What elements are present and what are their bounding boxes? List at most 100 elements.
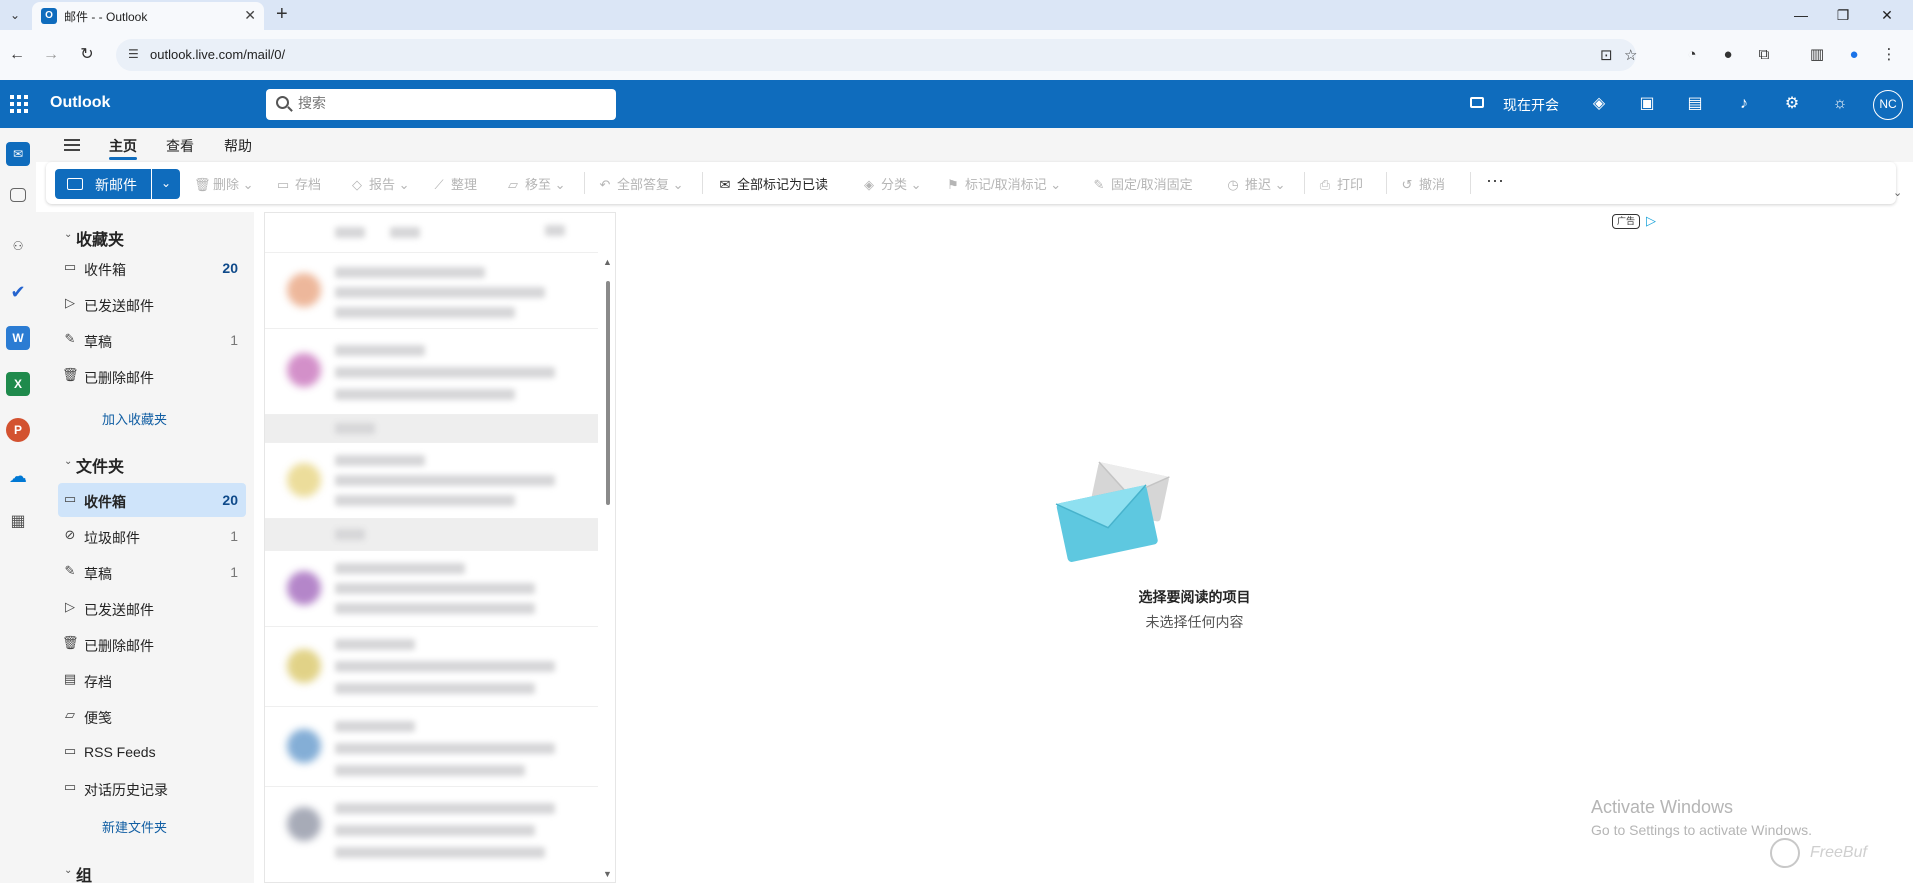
search-input[interactable] [298,95,598,111]
notifications-bell-icon[interactable]: ♪ [1733,93,1755,115]
reply-all-button[interactable]: ↶ 全部答复 ⌄ [598,174,684,193]
archive-button[interactable]: ▭ 存档 [276,174,321,193]
mark-all-read-button[interactable]: ✉ 全部标记为已读 [718,174,828,193]
ribbon-toolbar: 新邮件 ⌄ 🗑 删除 ⌄ ▭ 存档 ◇ 报告 ⌄ ⟋ 整理 ▱ 移至 ⌄ ↶ 全部答复 ⌄ … [46,162,1896,204]
print-button[interactable]: ⎙ 打印 [1318,174,1363,193]
site-info-icon[interactable]: ☰ [128,47,139,61]
office-icon[interactable]: ▣ [1636,93,1658,115]
categorize-button[interactable]: ◈ 分类 ⌄ [862,174,922,193]
calendar-icon[interactable] [10,188,26,202]
powerpoint-icon[interactable]: P [6,418,30,442]
app-launcher-icon[interactable] [10,95,28,113]
pencil-icon: ✎ [64,563,76,578]
list-item[interactable] [265,627,598,707]
folder-item-inbox[interactable]: ▭ 收件箱 20 [58,483,246,517]
new-tab-button[interactable]: + [276,3,288,25]
side-panel-icon[interactable]: ▥ [1806,44,1828,66]
restore-icon[interactable]: ❐ [1828,4,1858,26]
omnibox[interactable]: ☰ outlook.live.com/mail/0/ ⊡ ☆ [116,39,1637,71]
install-app-icon[interactable]: ⊡ [1600,46,1613,64]
hamburger-menu-icon[interactable] [64,139,80,151]
todo-check-icon[interactable]: ✔ [6,280,30,304]
broom-icon: ⟋ [434,177,444,192]
ad-badge[interactable]: 广告 [1612,214,1641,229]
minimize-icon[interactable]: — [1786,4,1816,26]
folder-item-rss[interactable]: ▭ RSS Feeds [58,735,246,769]
undo-button[interactable]: ↺ 撤消 [1400,174,1445,193]
list-item[interactable] [265,253,598,329]
cookie-icon[interactable]: ● [1717,44,1739,66]
folder-item-archive[interactable]: ▤ 存档 [58,663,246,697]
tab-view[interactable]: 查看 [166,136,194,156]
add-favorite-link[interactable]: 加入收藏夹 [102,409,167,428]
list-item[interactable] [265,443,598,519]
new-folder-link[interactable]: 新建文件夹 [102,817,167,836]
extensions-puzzle-icon[interactable]: ⧉ [1753,44,1775,66]
back-icon[interactable]: ← [6,44,28,66]
tab-close-icon[interactable]: ✕ [244,7,256,24]
list-item[interactable] [265,329,598,415]
teams-icon[interactable]: ◈ [1588,93,1610,115]
word-icon[interactable]: W [6,326,30,350]
window-close-icon[interactable]: ✕ [1872,4,1902,26]
video-camera-icon[interactable] [1470,97,1484,108]
folders-header[interactable]: ⌄ 文件夹 [64,453,124,477]
folder-item-drafts[interactable]: ✎ 草稿 1 [58,555,246,589]
folder-item-notes[interactable]: ▱ 便笺 [58,699,246,733]
tips-lightbulb-icon[interactable]: ☼ [1829,93,1851,115]
reload-icon[interactable]: ↻ [76,44,98,66]
favorites-header[interactable]: ⌄ 收藏夹 [64,226,124,250]
search-box[interactable] [266,89,616,120]
move-to-button[interactable]: ▱ 移至 ⌄ [506,174,566,193]
tab-search-icon[interactable]: ⌄ [6,6,24,24]
pin-button[interactable]: ✎ 固定/取消固定 [1092,174,1193,193]
sweep-button[interactable]: ⟋ 整理 [432,174,477,193]
favorites-item-deleted[interactable]: 🗑 已删除邮件 [58,359,246,393]
list-item[interactable] [265,551,598,627]
favorites-item-sent[interactable]: ▷ 已发送邮件 [58,287,246,321]
folder-item-junk[interactable]: ⊘ 垃圾邮件 1 [58,519,246,553]
report-button[interactable]: ◇ 报告 ⌄ [350,174,410,193]
meet-now-button[interactable]: 现在开会 [1503,95,1559,115]
favorites-item-inbox[interactable]: ▭ 收件箱 20 [58,251,246,285]
list-item[interactable] [265,213,598,253]
list-item[interactable] [265,787,598,882]
my-day-icon[interactable]: ▤ [1684,93,1706,115]
ribbon-collapse-chevron-icon[interactable]: ⌄ [1893,186,1902,199]
scroll-down-arrow-icon[interactable]: ▼ [603,869,612,879]
account-avatar[interactable]: NC [1873,90,1903,120]
forward-icon[interactable]: → [40,44,62,66]
scrollbar-thumb[interactable] [606,281,610,505]
delete-button[interactable]: 🗑 删除 ⌄ [194,174,254,193]
mail-icon[interactable]: ✉ [6,142,30,166]
browser-menu-icon[interactable]: ⋮ [1878,44,1900,66]
new-mail-button[interactable]: 新邮件 [55,169,151,199]
bookmark-star-icon[interactable]: ☆ [1624,46,1637,64]
tab-help[interactable]: 帮助 [224,136,252,156]
outlook-brand[interactable]: Outlook [50,94,110,112]
more-apps-icon[interactable]: ▦ [6,510,30,534]
new-mail-dropdown-icon[interactable]: ⌄ [152,169,180,199]
folder-item-sent[interactable]: ▷ 已发送邮件 [58,591,246,625]
extension-icon[interactable]: ◔ [1681,44,1703,66]
url-text[interactable]: outlook.live.com/mail/0/ [150,47,285,62]
settings-gear-icon[interactable]: ⚙ [1781,93,1803,115]
tab-home[interactable]: 主页 [109,136,137,160]
snooze-button[interactable]: ◷ 推迟 ⌄ [1226,174,1285,193]
scroll-up-arrow-icon[interactable]: ▲ [603,257,612,267]
more-options-button[interactable]: ··· [1486,170,1504,191]
flag-button[interactable]: ⚑ 标记/取消标记 ⌄ [946,174,1061,193]
browser-tab[interactable]: O 邮件 - - Outlook ✕ [32,2,264,30]
folder-item-deleted[interactable]: 🗑 已删除邮件 [58,627,246,661]
note-icon: ▱ [65,707,75,722]
profile-icon[interactable]: ● [1843,44,1865,66]
list-item[interactable] [265,707,598,787]
groups-header[interactable]: ⌄ 组 [64,862,92,883]
people-icon[interactable]: ⚇ [6,234,30,258]
message-list[interactable]: ▲ ▼ [264,212,616,883]
favorites-item-drafts[interactable]: ✎ 草稿 1 [58,323,246,357]
folder-item-conversation-history[interactable]: ▭ 对话历史记录 [58,771,246,805]
ad-choices-icon[interactable]: ▷ [1646,213,1656,229]
excel-icon[interactable]: X [6,372,30,396]
onedrive-cloud-icon[interactable]: ☁ [6,464,30,488]
